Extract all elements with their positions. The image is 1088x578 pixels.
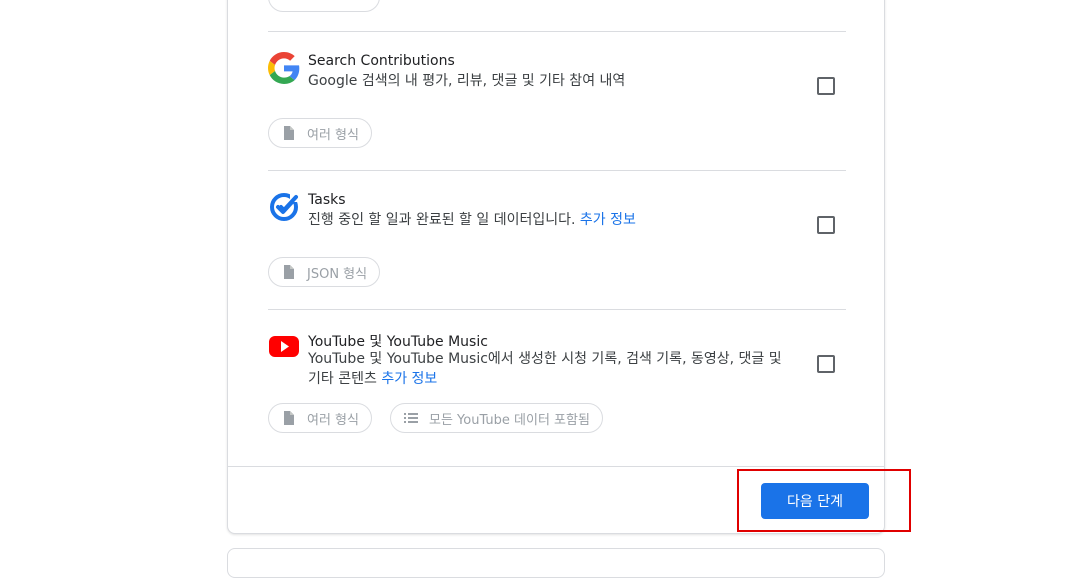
tasks-icon <box>268 191 300 223</box>
product-description: YouTube 및 YouTube Music에서 생성한 시청 기록, 검색 … <box>308 349 808 389</box>
chip-label: 여러 형식 <box>307 127 359 143</box>
google-g-icon <box>268 52 300 84</box>
file-icon <box>281 410 297 426</box>
description-text: YouTube 및 YouTube Music에서 생성한 시청 기록, 검색 … <box>308 351 782 367</box>
description-text: 진행 중인 할 일과 완료된 할 일 데이터입니다. <box>308 212 576 228</box>
youtube-icon <box>268 330 300 362</box>
divider <box>268 31 846 32</box>
format-chip[interactable]: 여러 형식 <box>268 403 372 433</box>
chip-label: 여러 형식 <box>307 412 359 428</box>
file-icon <box>281 264 297 280</box>
list-icon <box>403 410 419 426</box>
description-text: Google 검색의 내 평가, 리뷰, 댓글 및 기타 참여 내역 <box>308 73 626 89</box>
file-icon <box>281 125 297 141</box>
previous-format-chip[interactable] <box>268 0 380 12</box>
product-description: 진행 중인 할 일과 완료된 할 일 데이터입니다. 추가 정보 <box>308 210 808 230</box>
chip-label: JSON 형식 <box>307 266 368 282</box>
more-info-link[interactable]: 추가 정보 <box>381 371 437 387</box>
product-title: YouTube 및 YouTube Music <box>308 334 488 350</box>
product-title: Tasks <box>308 192 346 208</box>
format-chip[interactable]: JSON 형식 <box>268 257 381 287</box>
select-checkbox[interactable] <box>817 77 835 95</box>
select-checkbox[interactable] <box>817 355 835 373</box>
next-step-button[interactable]: 다음 단계 <box>761 483 869 519</box>
chip-label: 모든 YouTube 데이터 포함됨 <box>429 412 590 428</box>
data-scope-chip[interactable]: 모든 YouTube 데이터 포함됨 <box>390 403 603 433</box>
product-title: Search Contributions <box>308 53 455 69</box>
select-checkbox[interactable] <box>817 216 835 234</box>
format-chip[interactable]: 여러 형식 <box>268 118 372 148</box>
product-description: Google 검색의 내 평가, 리뷰, 댓글 및 기타 참여 내역 <box>308 71 808 91</box>
description-text: 기타 콘텐츠 <box>308 371 377 387</box>
next-section-card <box>227 548 885 578</box>
more-info-link[interactable]: 추가 정보 <box>580 212 636 228</box>
divider <box>268 170 846 171</box>
footer-divider <box>228 466 884 467</box>
divider <box>268 309 846 310</box>
